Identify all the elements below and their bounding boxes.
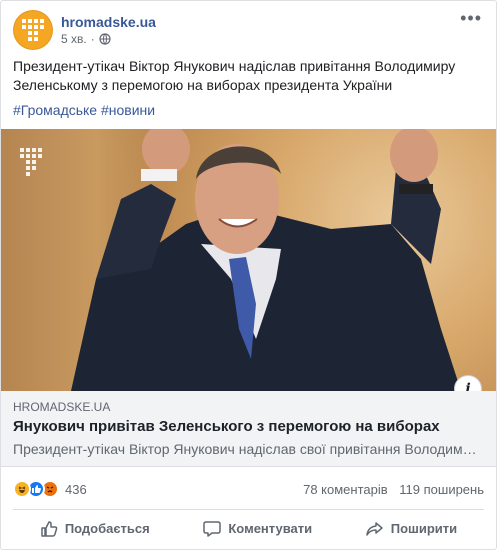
haha-reaction-icon (13, 480, 31, 498)
page-avatar[interactable] (13, 10, 53, 50)
post-timestamp[interactable]: 5 хв. (61, 31, 87, 47)
link-preview-info[interactable]: HROMADSKE.UA Янукович привітав Зеленсько… (1, 391, 496, 467)
reaction-count[interactable]: 436 (65, 482, 87, 497)
comment-button-label: Коментувати (228, 521, 313, 536)
hromadske-watermark-icon (19, 147, 45, 182)
more-options-icon[interactable]: ••• (460, 9, 482, 27)
link-description: Президент-утікач Віктор Янукович надісла… (13, 441, 483, 457)
comment-icon (203, 520, 222, 537)
hromadske-logo-icon (22, 19, 44, 41)
link-domain: HROMADSKE.UA (13, 400, 111, 414)
post-hashtags[interactable]: #Громадське #новини (13, 101, 155, 120)
like-button-label: Подобається (64, 521, 150, 536)
reactions-summary[interactable]: 436 (13, 480, 87, 498)
facebook-post: hromadske.ua 5 хв. · ••• Президент-утіка… (0, 0, 497, 550)
page-name-link[interactable]: hromadske.ua (61, 13, 156, 31)
comments-count[interactable]: 78 коментарів (303, 482, 388, 497)
link-preview-card[interactable]: i HROMADSKE.UA Янукович привітав Зеленсь… (1, 129, 496, 467)
post-text: Президент-утікач Віктор Янукович надісла… (13, 58, 456, 93)
shares-count[interactable]: 119 поширень (399, 482, 484, 497)
separator-dot: · (90, 32, 95, 46)
link-title[interactable]: Янукович привітав Зеленського з перемого… (13, 417, 484, 437)
man-raising-fists-photo (71, 129, 461, 391)
comment-button[interactable]: Коментувати (203, 520, 312, 538)
post-header: hromadske.ua 5 хв. · (13, 9, 156, 51)
post-actions-bar: Подобається Коментувати Поширити (13, 509, 484, 547)
share-arrow-icon (366, 521, 383, 536)
thumbs-up-icon (41, 520, 58, 537)
like-button[interactable]: Подобається (40, 520, 150, 538)
link-preview-image[interactable] (1, 129, 496, 391)
share-button[interactable]: Поширити (366, 520, 457, 538)
post-stats: 436 78 коментарів 119 поширень (13, 479, 484, 499)
share-button-label: Поширити (390, 521, 458, 536)
globe-icon (99, 33, 111, 45)
